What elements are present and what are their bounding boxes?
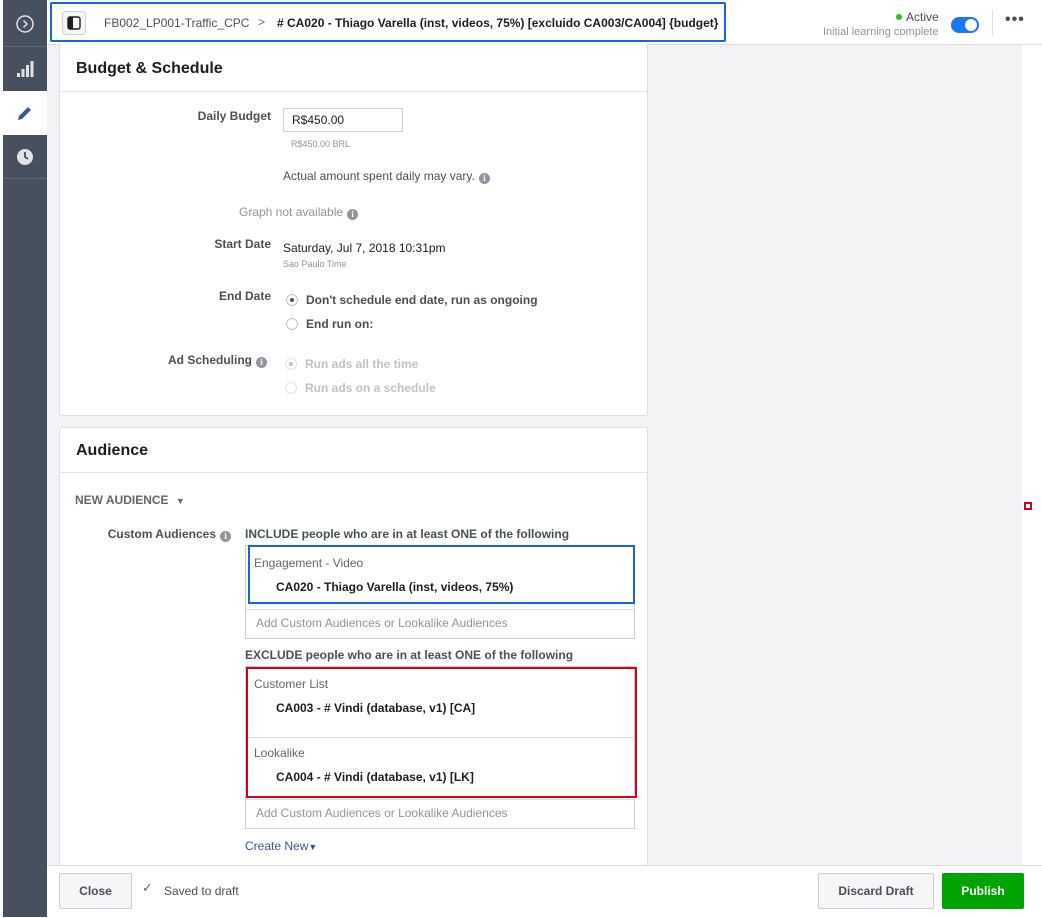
close-button[interactable]: Close [59, 873, 132, 909]
red-marker [1024, 502, 1032, 510]
right-panel-background [648, 44, 1022, 865]
discard-draft-button[interactable]: Discard Draft [818, 873, 934, 909]
caret-down-icon: ▼ [308, 842, 318, 852]
status-label: Active [906, 10, 939, 24]
end-run-on-label[interactable]: End run on: [306, 317, 373, 331]
exclude-audience-item-1[interactable]: CA003 - # Vindi (database, v1) [CA] [276, 701, 475, 715]
card-title: Audience [76, 442, 149, 459]
pencil-icon [18, 107, 31, 120]
exclude-audience-input[interactable]: Add Custom Audiences or Lookalike Audien… [256, 806, 508, 820]
breadcrumb-adset[interactable]: # CA020 - Thiago Varella (inst, videos, … [277, 16, 718, 30]
panel-icon [67, 16, 81, 30]
create-new-link[interactable]: Create New▼ [245, 839, 317, 853]
info-icon: i [478, 173, 490, 184]
run-on-schedule-radio[interactable] [285, 382, 297, 394]
card-title: Budget & Schedule [76, 60, 223, 77]
include-category: Engagement - Video [254, 556, 364, 570]
saved-status: Saved to draft [164, 884, 239, 898]
breadcrumb-campaign[interactable]: FB002_LP001-Traffic_CPC [104, 16, 249, 30]
include-audience-item[interactable]: CA020 - Thiago Varella (inst, videos, 75… [276, 580, 513, 594]
breadcrumb-chevron-icon: > [258, 15, 266, 29]
daily-budget-label: Daily Budget [197, 109, 271, 123]
status-subtext: Initial learning complete [823, 26, 939, 38]
daily-budget-currency: R$450.00 BRL [291, 139, 351, 149]
ad-scheduling-label: Ad Scheduling i [130, 353, 267, 368]
reporting-button[interactable] [3, 47, 47, 91]
active-toggle[interactable] [951, 17, 979, 33]
exclude-category-customer-list: Customer List [254, 677, 329, 691]
publish-button[interactable]: Publish [942, 873, 1024, 909]
expand-rail-button[interactable] [3, 2, 47, 46]
exclude-audience-item-2[interactable]: CA004 - # Vindi (database, v1) [LK] [276, 770, 474, 784]
start-date-label: Start Date [214, 237, 271, 251]
end-ongoing-label[interactable]: Don't schedule end date, run as ongoing [306, 293, 538, 307]
caret-down-icon: ▼ [175, 496, 185, 506]
chevron-circle-icon [16, 15, 34, 33]
bar-chart-icon [17, 61, 34, 77]
run-all-time-radio[interactable] [285, 358, 297, 370]
timezone-label: Sao Paulo Time [283, 259, 347, 269]
custom-audiences-label: Custom Audiences i [90, 527, 231, 542]
divider [992, 10, 993, 36]
run-on-schedule-label[interactable]: Run ads on a schedule [305, 381, 436, 395]
exclude-instruction: EXCLUDE people who are in at least ONE o… [245, 648, 574, 662]
graph-note: Graph not available i [239, 205, 359, 220]
new-audience-dropdown[interactable]: NEW AUDIENCE ▼ [75, 493, 185, 507]
end-date-label: End Date [218, 289, 271, 303]
end-run-on-radio[interactable] [286, 318, 298, 330]
daily-budget-input[interactable]: R$450.00 [283, 108, 403, 132]
info-icon: i [256, 357, 267, 368]
more-options-button[interactable]: ••• [1005, 11, 1025, 29]
history-button[interactable] [3, 135, 47, 179]
right-edge [1022, 44, 1042, 917]
clock-icon [17, 149, 33, 165]
start-date-value[interactable]: Saturday, Jul 7, 2018 10:31pm [283, 241, 446, 255]
left-rail [3, 0, 47, 917]
check-icon: ✓ [142, 880, 153, 895]
info-icon: i [347, 209, 359, 220]
end-ongoing-radio[interactable] [286, 294, 298, 306]
include-audience-input[interactable]: Add Custom Audiences or Lookalike Audien… [256, 616, 508, 630]
toggle-panel-button[interactable] [62, 11, 86, 35]
include-highlight [248, 545, 635, 604]
edit-button[interactable] [3, 91, 47, 135]
run-all-time-label[interactable]: Run ads all the time [305, 357, 418, 371]
actual-spend-note: Actual amount spent daily may vary. i [283, 169, 490, 184]
info-icon: i [220, 531, 231, 542]
status-dot-icon [896, 14, 902, 20]
include-instruction: INCLUDE people who are in at least ONE o… [245, 527, 570, 541]
exclude-category-lookalike: Lookalike [254, 746, 305, 760]
